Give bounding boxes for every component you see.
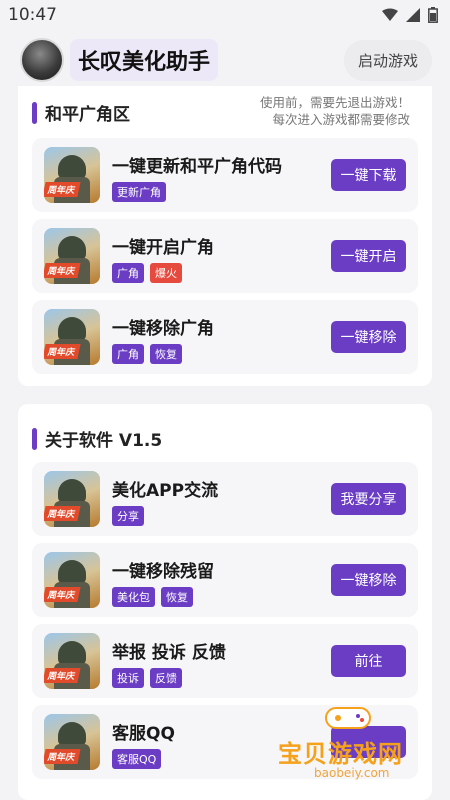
game-icon: 周年庆 [44, 552, 100, 608]
item-tags: 广角 恢复 [112, 344, 182, 364]
game-icon: 周年庆 [44, 309, 100, 365]
game-icon: 周年庆 [44, 714, 100, 770]
game-icon: 周年庆 [44, 471, 100, 527]
wifi-icon [382, 8, 398, 21]
tag: 投诉 [112, 668, 144, 688]
hot-tag: 爆火 [150, 263, 182, 283]
brand: 长叹美化助手 [20, 38, 219, 82]
gamepad-icon [325, 707, 371, 729]
status-time: 10:47 [8, 5, 57, 25]
item-tags: 美化包 恢复 [112, 587, 193, 607]
tag: 广角 [112, 263, 144, 283]
app-header: 长叹美化助手 启动游戏 [0, 30, 450, 90]
list-item-remove-residue[interactable]: 周年庆 一键移除残留 美化包 恢复 一键移除 [32, 543, 418, 617]
section-accent-bar [32, 427, 37, 450]
launch-game-button[interactable]: 启动游戏 [343, 39, 432, 81]
item-title: 一键更新和平广角代码 [112, 157, 282, 177]
game-icon: 周年庆 [44, 633, 100, 689]
watermark-url: baobeiy.com [314, 766, 390, 780]
tag: 广角 [112, 344, 144, 364]
share-button[interactable]: 我要分享 [331, 483, 406, 515]
section-header: 和平广角区 [32, 100, 130, 125]
item-title: 举报 投诉 反馈 [112, 643, 226, 663]
item-title: 美化APP交流 [112, 481, 219, 501]
list-item-feedback[interactable]: 周年庆 举报 投诉 反馈 投诉 反馈 前往 [32, 624, 418, 698]
item-title: 客服QQ [112, 724, 175, 744]
tag: 恢复 [150, 344, 182, 364]
section-title: 和平广角区 [45, 105, 130, 125]
status-bar: 10:47 [0, 0, 450, 30]
remove-residue-button[interactable]: 一键移除 [331, 564, 406, 596]
list-item-app-exchange[interactable]: 周年庆 美化APP交流 分享 我要分享 [32, 462, 418, 536]
item-tags: 广角 爆火 [112, 263, 182, 283]
tag: 更新广角 [112, 182, 166, 202]
game-icon: 周年庆 [44, 228, 100, 284]
goto-button[interactable]: 前往 [331, 645, 406, 677]
signal-icon [406, 8, 420, 22]
wide-angle-section: 和平广角区 使用前，需要先退出游戏！ 每次进入游戏都需要修改 周年庆 一键更新和… [18, 86, 432, 386]
status-icons [382, 7, 438, 23]
enable-button[interactable]: 一键开启 [331, 240, 406, 272]
tag: 客服QQ [112, 749, 162, 769]
note-line: 每次进入游戏都需要修改 [272, 112, 410, 127]
item-title: 一键移除残留 [112, 562, 214, 582]
tag: 恢复 [161, 587, 193, 607]
remove-button[interactable]: 一键移除 [331, 321, 406, 353]
tag: 美化包 [112, 587, 155, 607]
tag: 分享 [112, 506, 144, 526]
item-tags: 客服QQ [112, 749, 162, 769]
item-title: 一键开启广角 [112, 238, 214, 258]
watermark: 宝贝游戏网 baobeiy.com [278, 700, 434, 786]
note-line: 使用前，需要先退出游戏！ [259, 95, 410, 110]
list-item-enable-wide-angle[interactable]: 周年庆 一键开启广角 广角 爆火 一键开启 [32, 219, 418, 293]
item-tags: 投诉 反馈 [112, 668, 182, 688]
tag: 反馈 [150, 668, 182, 688]
item-title: 一键移除广角 [112, 319, 214, 339]
section-note: 使用前，需要先退出游戏！ 每次进入游戏都需要修改 [260, 94, 410, 128]
game-icon: 周年庆 [44, 147, 100, 203]
list-item-update-code[interactable]: 周年庆 一键更新和平广角代码 更新广角 一键下载 [32, 138, 418, 212]
watermark-text: 宝贝游戏网 [278, 740, 403, 768]
section-title: 关于软件 V1.5 [45, 431, 163, 451]
app-title: 长叹美化助手 [70, 39, 219, 81]
avatar[interactable] [20, 38, 64, 82]
item-tags: 分享 [112, 506, 144, 526]
list-item-remove-wide-angle[interactable]: 周年庆 一键移除广角 广角 恢复 一键移除 [32, 300, 418, 374]
battery-icon [428, 7, 438, 23]
section-accent-bar [32, 101, 37, 124]
item-tags: 更新广角 [112, 182, 166, 202]
download-button[interactable]: 一键下载 [331, 159, 406, 191]
section-header: 关于软件 V1.5 [32, 426, 162, 451]
